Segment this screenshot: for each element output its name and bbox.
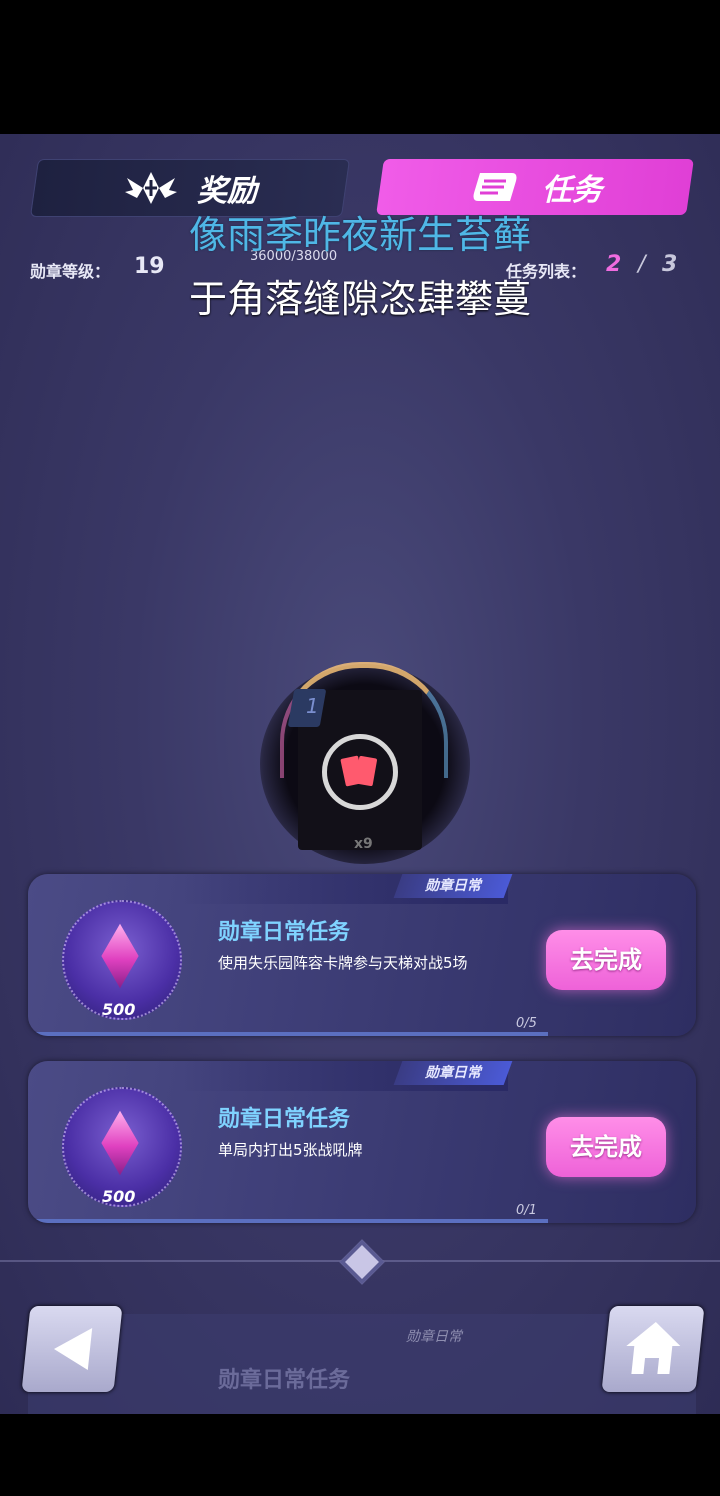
lyric-line-2: 于角落缝隙恣肆攀蔓 — [188, 277, 531, 321]
task-card: 勋章日常 500 勋章日常任务 单局内打出5张战吼牌 0/1 去完成 — [28, 1061, 696, 1223]
task-description: 使用失乐园阵容卡牌参与天梯对战5场 — [218, 954, 468, 972]
task-tag-faded: 勋章日常 — [406, 1329, 462, 1345]
task-progress: 0/1 — [516, 1203, 537, 1218]
task-progress-bar — [28, 1032, 548, 1036]
task-progress: 0/5 — [516, 1016, 537, 1031]
back-button[interactable] — [21, 1306, 123, 1392]
lyric-line-1: 像雨季昨夜新生苔藓 — [188, 213, 531, 257]
task-card: 勋章日常 500 勋章日常任务 使用失乐园阵容卡牌参与天梯对战5场 0/5 去完… — [28, 874, 696, 1036]
go-complete-button[interactable]: 去完成 — [546, 930, 666, 990]
task-tag: 勋章日常 — [393, 874, 513, 898]
back-arrow-icon — [54, 1328, 93, 1370]
task-progress-bar — [28, 1219, 548, 1223]
task-description: 单局内打出5张战吼牌 — [218, 1141, 363, 1159]
reward-count: x9 — [354, 836, 373, 852]
task-title: 勋章日常任务 — [218, 1107, 351, 1132]
reward-card-cost: 1 — [306, 694, 319, 718]
task-tag-label: 勋章日常 — [425, 1065, 481, 1081]
home-button[interactable] — [601, 1306, 705, 1392]
go-complete-button[interactable]: 去完成 — [546, 1117, 666, 1177]
task-tag-label: 勋章日常 — [425, 878, 481, 894]
task-tag: 勋章日常 — [393, 1061, 513, 1085]
game-screen: 奖励 任务 勋章等级： 19 36000/38000 任务列表： 2 / 3 像… — [0, 134, 720, 1414]
system-nav-area — [0, 1414, 720, 1496]
reward-amount: 500 — [102, 1187, 136, 1206]
home-icon — [626, 1322, 681, 1374]
tab-tasks-label: 任务 — [542, 173, 602, 208]
task-title-faded: 勋章日常任务 — [218, 1368, 351, 1393]
scroll-icon — [473, 173, 517, 201]
cards-icon[interactable] — [322, 734, 398, 810]
diamond-icon — [339, 1239, 385, 1285]
task-title: 勋章日常任务 — [218, 920, 351, 945]
winged-emblem-icon — [125, 172, 177, 204]
reward-amount: 500 — [102, 1000, 136, 1019]
task-card-faded — [28, 1314, 696, 1414]
